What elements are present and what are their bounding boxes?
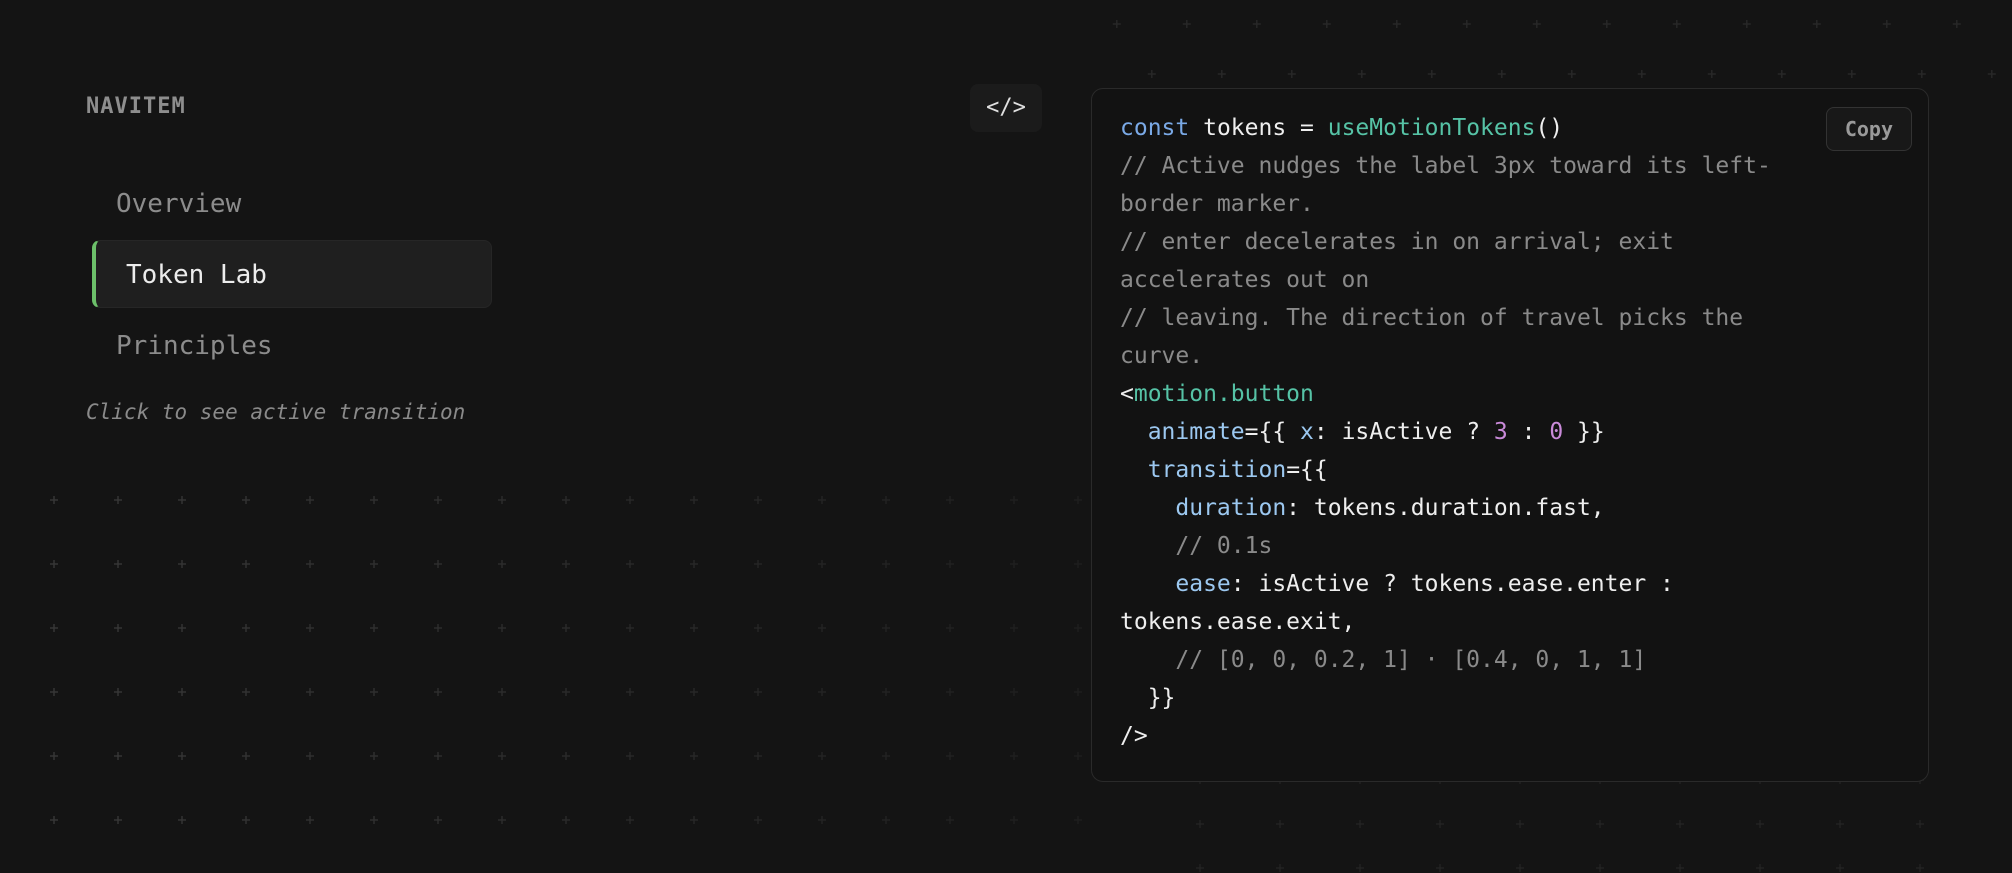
code-token: x — [1300, 419, 1314, 445]
copy-button[interactable]: Copy — [1825, 107, 1912, 151]
code-token: ={{ — [1244, 419, 1301, 445]
code-line: // leaving. The direction of travel pick… — [1120, 299, 1820, 337]
code-line: // Active nudges the label 3px toward it… — [1120, 147, 1820, 185]
nav-panel: NAVITEM Overview Token Lab Principles Cl… — [86, 92, 506, 424]
code-brackets-icon: </> — [986, 95, 1026, 120]
code-token: tokens.ease.exit, — [1120, 609, 1356, 635]
code-panel: Copy const tokens = useMotionTokens() // … — [1091, 88, 1929, 782]
code-token: // enter decelerates in on arrival; exit — [1120, 229, 1674, 255]
code-token: tokens = — [1189, 115, 1328, 141]
nav-list: Overview Token Lab Principles — [86, 174, 492, 380]
code-line: curve. — [1120, 337, 1820, 375]
code-token: /> — [1120, 723, 1148, 749]
code-token: duration — [1175, 495, 1287, 521]
code-token: 0 — [1549, 419, 1564, 445]
code-line: <motion.button — [1120, 375, 1820, 413]
code-token: : isActive ? — [1313, 419, 1494, 445]
code-line: border marker. — [1120, 185, 1820, 223]
code-line: }} — [1120, 679, 1820, 717]
code-line: accelerates out on — [1120, 261, 1820, 299]
code-line: animate={{ x: isActive ? 3 : 0 }} — [1120, 413, 1820, 451]
nav-item-overview[interactable]: Overview — [86, 174, 492, 234]
code-line: // enter decelerates in on arrival; exit — [1120, 223, 1820, 261]
code-token: ease — [1175, 571, 1231, 597]
code-token: // 0.1s — [1175, 533, 1273, 559]
code-token: : — [1507, 419, 1550, 445]
code-line: const tokens = useMotionTokens() — [1120, 109, 1820, 147]
code-token: // Active nudges the label 3px toward it… — [1120, 153, 1771, 179]
code-token: : isActive ? tokens.ease.enter : — [1230, 571, 1674, 597]
code-line: transition={{ — [1120, 451, 1820, 489]
code-line: // 0.1s — [1120, 527, 1820, 565]
code-line: tokens.ease.exit, — [1120, 603, 1820, 641]
code-token: < — [1120, 381, 1134, 407]
code-token: () — [1535, 115, 1564, 141]
nav-hint: Click to see active transition — [86, 400, 466, 424]
code-line: duration: tokens.duration.fast, — [1120, 489, 1820, 527]
code-token: transition — [1147, 457, 1287, 483]
code-block: const tokens = useMotionTokens() // Activ… — [1120, 109, 1820, 755]
code-token: curve. — [1120, 343, 1204, 369]
code-line: /> — [1120, 717, 1820, 755]
code-token: animate — [1147, 419, 1245, 445]
code-token: motion.button — [1133, 381, 1314, 407]
code-token: border marker. — [1120, 191, 1314, 217]
code-toggle-button[interactable]: </> — [970, 84, 1042, 132]
code-token: useMotionTokens — [1327, 115, 1536, 141]
nav-item-token-lab[interactable]: Token Lab — [92, 240, 492, 308]
code-token: // leaving. The direction of travel pick… — [1120, 305, 1744, 331]
code-line: ease: isActive ? tokens.ease.enter : — [1120, 565, 1820, 603]
code-token: }} — [1563, 419, 1605, 445]
code-token: 3 — [1493, 419, 1508, 445]
nav-title: NAVITEM — [86, 94, 186, 119]
code-token: }} — [1147, 685, 1176, 711]
code-token: const — [1120, 115, 1190, 141]
code-line: // [0, 0, 0.2, 1] · [0.4, 0, 1, 1] — [1120, 641, 1820, 679]
nav-item-principles[interactable]: Principles — [86, 312, 492, 380]
code-token: ={{ — [1286, 457, 1328, 483]
code-token: accelerates out on — [1120, 267, 1370, 293]
code-token: : tokens.duration.fast, — [1286, 495, 1605, 521]
code-token: // [0, 0, 0.2, 1] · [0.4, 0, 1, 1] — [1175, 647, 1647, 673]
